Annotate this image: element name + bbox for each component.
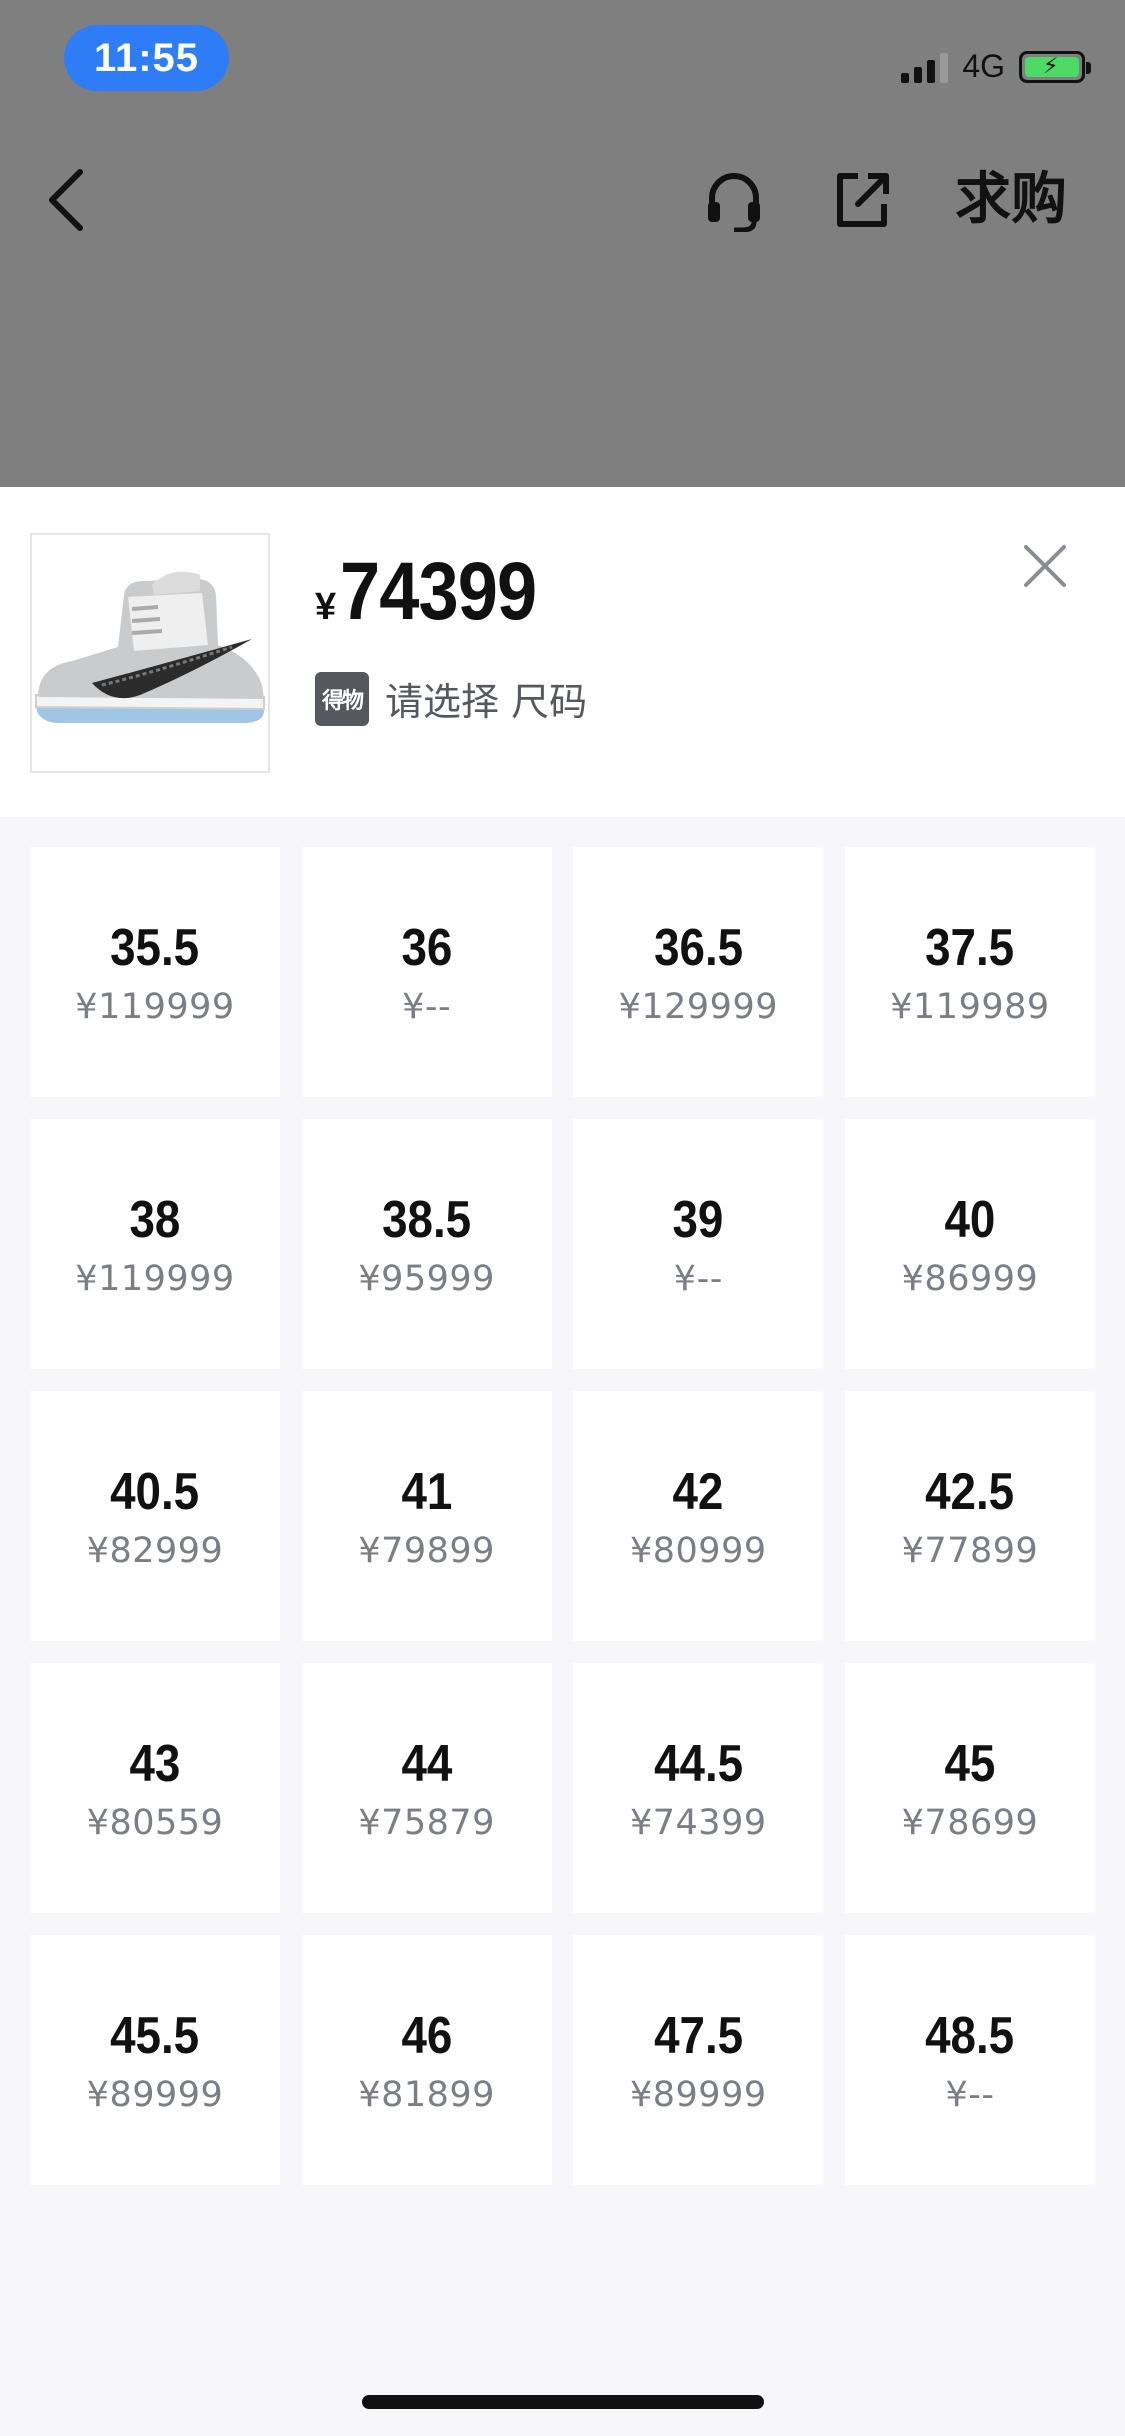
size-label: 48.5 bbox=[925, 2007, 1015, 2065]
size-label: 38.5 bbox=[382, 1191, 472, 1249]
size-label: 42.5 bbox=[925, 1463, 1015, 1521]
size-price: ¥129999 bbox=[618, 987, 778, 1027]
size-label: 40 bbox=[944, 1191, 996, 1249]
price-display: ¥ 74399 bbox=[315, 545, 563, 639]
select-size-text: 请选择 尺码 bbox=[385, 680, 588, 724]
size-option[interactable]: 38 ¥119999 bbox=[30, 1119, 280, 1369]
battery-icon: ⚡ bbox=[1019, 50, 1091, 83]
size-label: 44.5 bbox=[653, 1735, 743, 1793]
buy-request-button[interactable]: 求购 bbox=[955, 168, 1067, 232]
size-price: ¥78699 bbox=[901, 1803, 1039, 1843]
customer-service-button[interactable] bbox=[702, 168, 766, 233]
size-price: ¥119989 bbox=[890, 987, 1050, 1027]
chevron-left-icon bbox=[49, 169, 83, 231]
size-price: ¥80559 bbox=[86, 1803, 224, 1843]
size-price: ¥80999 bbox=[630, 1531, 767, 1571]
product-thumbnail bbox=[30, 533, 270, 773]
brand-badge: 得物 bbox=[315, 671, 369, 726]
size-price: ¥119999 bbox=[75, 987, 235, 1027]
size-option[interactable]: 36 ¥-- bbox=[301, 847, 552, 1097]
signal-icon bbox=[901, 51, 949, 83]
size-price: ¥81899 bbox=[358, 2075, 495, 2115]
size-option[interactable]: 47.5 ¥89999 bbox=[573, 1935, 824, 2185]
size-option[interactable]: 35.5 ¥119999 bbox=[30, 847, 280, 1097]
select-size-prompt: 得物 请选择 尺码 bbox=[315, 671, 587, 726]
size-price: ¥75879 bbox=[358, 1803, 495, 1843]
close-button[interactable] bbox=[1020, 541, 1070, 591]
size-option[interactable]: 40 ¥86999 bbox=[844, 1119, 1095, 1369]
size-price: ¥119999 bbox=[75, 1259, 235, 1299]
size-label: 35.5 bbox=[110, 919, 200, 977]
size-label: 42 bbox=[672, 1463, 724, 1521]
size-label: 44 bbox=[401, 1735, 453, 1793]
share-button[interactable] bbox=[830, 168, 894, 232]
size-option[interactable]: 37.5 ¥119989 bbox=[844, 847, 1095, 1097]
size-option[interactable]: 39 ¥-- bbox=[573, 1119, 824, 1369]
size-label: 45.5 bbox=[110, 2007, 200, 2065]
size-option[interactable]: 45.5 ¥89999 bbox=[30, 1935, 280, 2185]
size-label: 36.5 bbox=[653, 919, 743, 977]
size-option[interactable]: 48.5 ¥-- bbox=[844, 1935, 1095, 2185]
size-label: 37.5 bbox=[925, 919, 1015, 977]
status-indicators: 4G ⚡ bbox=[901, 48, 1091, 85]
network-type: 4G bbox=[962, 48, 1005, 84]
size-selection-sheet: ¥ 74399 得物 请选择 尺码 35.5 ¥119999 36 ¥-- 36.5 ¥1… bbox=[0, 487, 1125, 2436]
screen: 11:55 4G ⚡ 求购 ¥ 74399 得物 请选择 尺码 35.5 ¥11… bbox=[0, 0, 1125, 2436]
back-button[interactable] bbox=[40, 168, 100, 232]
size-price: ¥77899 bbox=[901, 1531, 1039, 1571]
size-option[interactable]: 42.5 ¥77899 bbox=[844, 1391, 1095, 1641]
size-option[interactable]: 44 ¥75879 bbox=[301, 1663, 552, 1913]
size-price: ¥86999 bbox=[901, 1259, 1039, 1299]
size-price: ¥82999 bbox=[86, 1531, 224, 1571]
size-price: ¥79899 bbox=[358, 1531, 495, 1571]
size-label: 39 bbox=[672, 1191, 724, 1249]
size-option[interactable]: 38.5 ¥95999 bbox=[301, 1119, 552, 1369]
size-price: ¥-- bbox=[402, 987, 452, 1027]
sneaker-image bbox=[32, 535, 268, 771]
size-option[interactable]: 44.5 ¥74399 bbox=[573, 1663, 824, 1913]
share-icon bbox=[837, 173, 889, 227]
size-option[interactable]: 36.5 ¥129999 bbox=[573, 847, 824, 1097]
status-bar: 11:55 4G ⚡ bbox=[0, 0, 1125, 120]
size-option[interactable]: 42 ¥80999 bbox=[573, 1391, 824, 1641]
size-option[interactable]: 43 ¥80559 bbox=[30, 1663, 280, 1913]
size-label: 46 bbox=[401, 2007, 453, 2065]
size-label: 43 bbox=[129, 1735, 181, 1793]
currency-symbol: ¥ bbox=[315, 586, 337, 628]
size-price: ¥74399 bbox=[630, 1803, 767, 1843]
size-grid: 35.5 ¥119999 36 ¥-- 36.5 ¥129999 37.5 ¥119989 38… bbox=[30, 847, 1095, 2185]
size-option[interactable]: 40.5 ¥82999 bbox=[30, 1391, 280, 1641]
size-label: 41 bbox=[401, 1463, 453, 1521]
size-label: 47.5 bbox=[653, 2007, 743, 2065]
home-indicator[interactable] bbox=[362, 2395, 764, 2409]
size-price: ¥89999 bbox=[630, 2075, 767, 2115]
size-price: ¥-- bbox=[945, 2075, 995, 2115]
size-option[interactable]: 41 ¥79899 bbox=[301, 1391, 552, 1641]
size-price: ¥-- bbox=[673, 1259, 723, 1299]
headset-icon bbox=[708, 173, 760, 233]
sheet-header: ¥ 74399 得物 请选择 尺码 bbox=[0, 487, 1125, 817]
size-option[interactable]: 45 ¥78699 bbox=[844, 1663, 1095, 1913]
close-icon bbox=[1024, 545, 1066, 587]
size-option[interactable]: 46 ¥81899 bbox=[301, 1935, 552, 2185]
status-time: 11:55 bbox=[64, 25, 229, 91]
size-price: ¥95999 bbox=[358, 1259, 495, 1299]
size-label: 40.5 bbox=[110, 1463, 200, 1521]
product-price: 74399 bbox=[340, 546, 537, 637]
size-label: 38 bbox=[129, 1191, 181, 1249]
size-label: 45 bbox=[944, 1735, 996, 1793]
top-nav: 求购 bbox=[0, 150, 1125, 250]
size-price: ¥89999 bbox=[86, 2075, 224, 2115]
size-label: 36 bbox=[401, 919, 453, 977]
